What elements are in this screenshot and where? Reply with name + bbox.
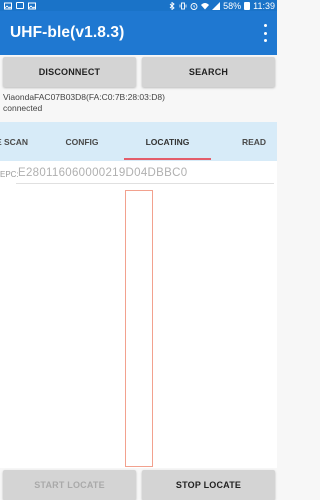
status-bar: 58% 11:39 (0, 0, 277, 11)
locating-panel: EPC: E280116060000219D04DBBC0 (0, 161, 277, 468)
status-bar-left (4, 0, 36, 11)
status-bar-right: 58% 11:39 (168, 0, 275, 11)
notification-box-icon (16, 2, 24, 9)
tab-locating[interactable]: LOCATING (124, 122, 211, 161)
tab-scan[interactable]: E SCAN (0, 122, 42, 161)
disconnect-button[interactable]: DISCONNECT (3, 57, 136, 87)
wifi-icon (201, 2, 210, 9)
tab-read[interactable]: READ (226, 122, 277, 161)
vibrate-icon (179, 2, 187, 9)
more-vert-icon[interactable] (261, 24, 269, 42)
epc-input[interactable]: E280116060000219D04DBBC0 (18, 167, 187, 179)
image-icon (28, 2, 36, 9)
search-button[interactable]: SEARCH (142, 57, 275, 87)
alarm-icon (190, 2, 198, 10)
tab-bar: E SCAN CONFIG LOCATING READ (0, 122, 277, 161)
signal-icon (212, 1, 221, 10)
tab-config[interactable]: CONFIG (44, 122, 120, 161)
image-icon (4, 2, 12, 9)
app-bar: UHF-ble(v1.8.3) (0, 11, 277, 55)
battery-percent: 58% (223, 0, 242, 11)
signal-strength-gauge (125, 190, 153, 467)
device-info: ViaondaFAC07B03D8(FA:C0:7B:28:03:D8) con… (3, 92, 165, 113)
stop-locate-button[interactable]: STOP LOCATE (142, 470, 275, 500)
epc-label: EPC: (0, 170, 19, 179)
battery-icon (244, 1, 251, 10)
tab-active-indicator (124, 158, 211, 160)
device-status: connected (3, 102, 43, 113)
bluetooth-icon (169, 1, 175, 10)
device-name-address: ViaondaFAC07B03D8(FA:C0:7B:28:03:D8) (3, 92, 165, 102)
app-title: UHF-ble(v1.8.3) (10, 24, 125, 41)
clock: 11:39 (253, 0, 275, 11)
epc-underline (16, 183, 274, 184)
start-locate-button[interactable]: START LOCATE (3, 470, 136, 500)
